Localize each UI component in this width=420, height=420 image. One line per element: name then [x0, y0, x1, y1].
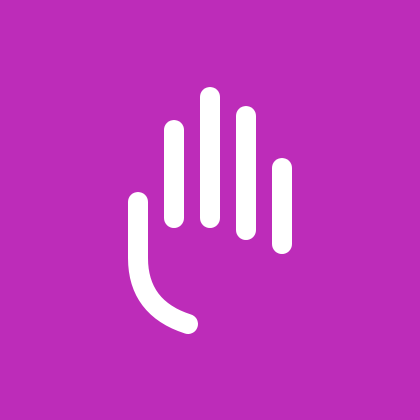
app-icon-tile [0, 0, 420, 420]
raised-hand-icon [0, 0, 420, 420]
